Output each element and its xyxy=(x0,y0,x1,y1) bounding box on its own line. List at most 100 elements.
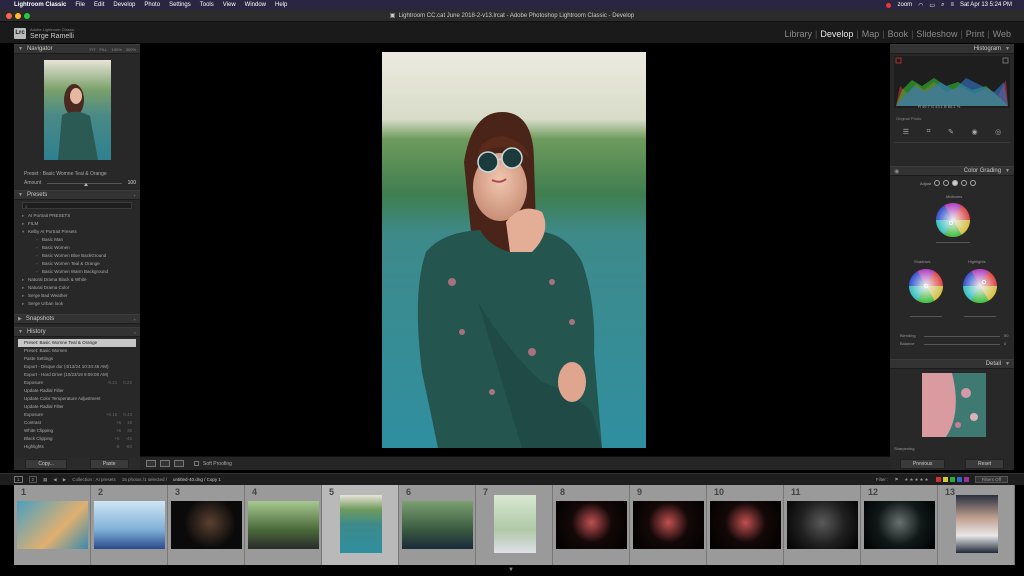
rating-filter[interactable]: ★★★★★ xyxy=(904,477,929,483)
menu-view[interactable]: View xyxy=(223,2,236,8)
filmstrip-cell[interactable]: 7 xyxy=(476,485,553,565)
highlights-color-wheel[interactable] xyxy=(962,268,998,304)
clock[interactable]: Sat Apr 13 5:24 PM xyxy=(960,2,1012,8)
module-library[interactable]: Library xyxy=(781,29,815,39)
back-arrow-icon[interactable]: ◀ xyxy=(53,477,56,483)
preset-item[interactable]: ▸ Serge Bad Weather xyxy=(22,292,136,300)
menu-help[interactable]: Help xyxy=(275,2,287,8)
filmstrip-thumbnail[interactable] xyxy=(402,501,473,549)
module-web[interactable]: Web xyxy=(990,29,1014,39)
preset-item[interactable]: ▫ Basic Women Warm Background xyxy=(22,268,136,276)
module-slideshow[interactable]: Slideshow xyxy=(913,29,960,39)
zoom-300[interactable]: 300% xyxy=(126,47,136,52)
midtones-luminance-slider[interactable] xyxy=(936,242,970,243)
before-after-button[interactable] xyxy=(160,460,170,467)
filmstrip-cell[interactable]: 1 xyxy=(14,485,91,565)
copy-button[interactable]: Copy... xyxy=(25,459,67,469)
add-preset-icon[interactable]: + xyxy=(134,193,136,198)
filmstrip-thumbnail[interactable] xyxy=(787,501,858,549)
clear-history-icon[interactable]: × xyxy=(134,330,136,335)
preset-item[interactable]: ▫ Basic Women Blue BackGround xyxy=(22,252,136,260)
zoom-fill[interactable]: FILL xyxy=(100,47,108,52)
histogram[interactable] xyxy=(894,56,1010,108)
filmstrip-cell[interactable]: 12 xyxy=(861,485,938,565)
preset-item[interactable]: ▸ Natural Drama Black & White xyxy=(22,276,136,284)
grid-view-icon[interactable]: ▦ xyxy=(43,477,47,483)
preset-item[interactable]: ▸ FILM xyxy=(22,220,136,228)
detail-header[interactable]: Detail ▼ xyxy=(890,359,1014,369)
navigator-header[interactable]: ▼ Navigator FIT FILL 100% 300% xyxy=(14,44,140,54)
filmstrip-cell[interactable]: 11 xyxy=(784,485,861,565)
control-center-icon[interactable]: ≡ xyxy=(950,2,954,8)
edit-sliders-icon[interactable]: ☰ xyxy=(903,128,909,136)
search-icon[interactable]: ⌕ xyxy=(941,2,944,9)
shadows-luminance-slider[interactable] xyxy=(910,316,942,317)
eye-icon[interactable]: ◉ xyxy=(894,168,899,175)
filmstrip-cell[interactable]: 4 xyxy=(245,485,322,565)
menu-file[interactable]: File xyxy=(75,2,85,8)
histogram-header[interactable]: Histogram ▼ xyxy=(890,44,1014,54)
filters-dropdown[interactable]: Filters Off xyxy=(974,476,1008,483)
filmstrip-thumbnail[interactable] xyxy=(864,501,935,549)
detail-preview[interactable] xyxy=(922,373,986,437)
filmstrip-thumbnail[interactable] xyxy=(340,495,382,553)
color-grading-header[interactable]: ◉ Color Grading ▼ xyxy=(890,166,1014,176)
filmstrip-thumbnail[interactable] xyxy=(94,501,165,549)
reset-button[interactable]: Reset xyxy=(965,459,1005,469)
filmstrip-thumbnail[interactable] xyxy=(956,495,998,553)
menu-window[interactable]: Window xyxy=(245,2,266,8)
preset-item[interactable]: ▫ Basic Man xyxy=(22,236,136,244)
menu-develop[interactable]: Develop xyxy=(113,2,135,8)
snapshots-header[interactable]: ▶ Snapshots + xyxy=(14,314,140,324)
zoom-window-button[interactable] xyxy=(24,13,30,19)
filmstrip-thumbnail[interactable] xyxy=(633,501,704,549)
expand-filmstrip-icon[interactable]: ▼ xyxy=(508,567,514,573)
filmstrip-cell[interactable]: 8 xyxy=(553,485,630,565)
filmstrip-cell[interactable]: 5 xyxy=(322,485,399,565)
zoom-fit[interactable]: FIT xyxy=(90,47,96,52)
history-item[interactable]: Export - Disque dur (4/13/24 10:34:46 AM… xyxy=(18,363,136,371)
filmstrip-cell[interactable]: 13 xyxy=(938,485,1015,565)
masking-icon[interactable]: ◎ xyxy=(995,128,1001,136)
filmstrip-cell[interactable]: 10 xyxy=(707,485,784,565)
amount-value[interactable]: 100 xyxy=(128,180,136,186)
paste-button[interactable]: Paste xyxy=(89,459,129,469)
midtones-color-wheel[interactable] xyxy=(935,202,971,238)
three-way-mode-icon[interactable] xyxy=(934,180,941,186)
page-1-button[interactable]: 1 xyxy=(14,476,23,483)
amount-slider[interactable] xyxy=(47,182,122,186)
global-mode-icon[interactable] xyxy=(970,180,977,186)
history-item[interactable]: Preset: Basic Womne Teal & Orange xyxy=(18,339,136,347)
shadows-color-wheel[interactable] xyxy=(908,268,944,304)
preset-item[interactable]: ▾ Kelby AI Portrait Presets xyxy=(22,228,136,236)
filmstrip-thumbnail[interactable] xyxy=(556,501,627,549)
history-item[interactable]: Contrast +6 18 xyxy=(18,419,136,427)
highlights-luminance-slider[interactable] xyxy=(964,316,996,317)
preset-search-input[interactable]: ⌕ xyxy=(22,202,132,210)
preset-item[interactable]: ▫ Basic Women Teal & Orange xyxy=(22,260,136,268)
file-name[interactable]: untitled-40.dng / Copy 1 xyxy=(173,477,221,482)
status-dot-icon[interactable] xyxy=(886,2,892,8)
history-item[interactable]: Update Radial Filter xyxy=(18,403,136,411)
history-item[interactable]: Highlights -5 -60 xyxy=(18,443,136,451)
filmstrip-thumbnail[interactable] xyxy=(494,495,536,553)
filmstrip-thumbnail[interactable] xyxy=(17,501,88,549)
module-develop[interactable]: Develop xyxy=(817,29,856,39)
history-item[interactable]: Paste Settings xyxy=(18,355,136,363)
filmstrip-cell[interactable]: 9 xyxy=(630,485,707,565)
midtones-mode-icon[interactable] xyxy=(952,180,959,186)
wifi-icon[interactable]: ◠ xyxy=(918,2,923,9)
highlights-mode-icon[interactable] xyxy=(961,180,968,186)
add-snapshot-icon[interactable]: + xyxy=(134,317,136,322)
preset-item[interactable]: ▸ Natural Drama Color xyxy=(22,284,136,292)
preset-item[interactable]: ▫ Basic Women xyxy=(22,244,136,252)
filmstrip-thumbnail[interactable] xyxy=(710,501,781,549)
menu-photo[interactable]: Photo xyxy=(144,2,160,8)
blending-value[interactable]: 50 xyxy=(1004,333,1008,338)
menu-settings[interactable]: Settings xyxy=(169,2,191,8)
history-item[interactable]: Preset: Basic Women xyxy=(18,347,136,355)
app-menu[interactable]: Lightroom Classic xyxy=(14,2,66,8)
collection-name[interactable]: Collection : AI presets xyxy=(72,477,116,482)
module-print[interactable]: Print xyxy=(963,29,988,39)
forward-arrow-icon[interactable]: ▶ xyxy=(63,477,66,483)
